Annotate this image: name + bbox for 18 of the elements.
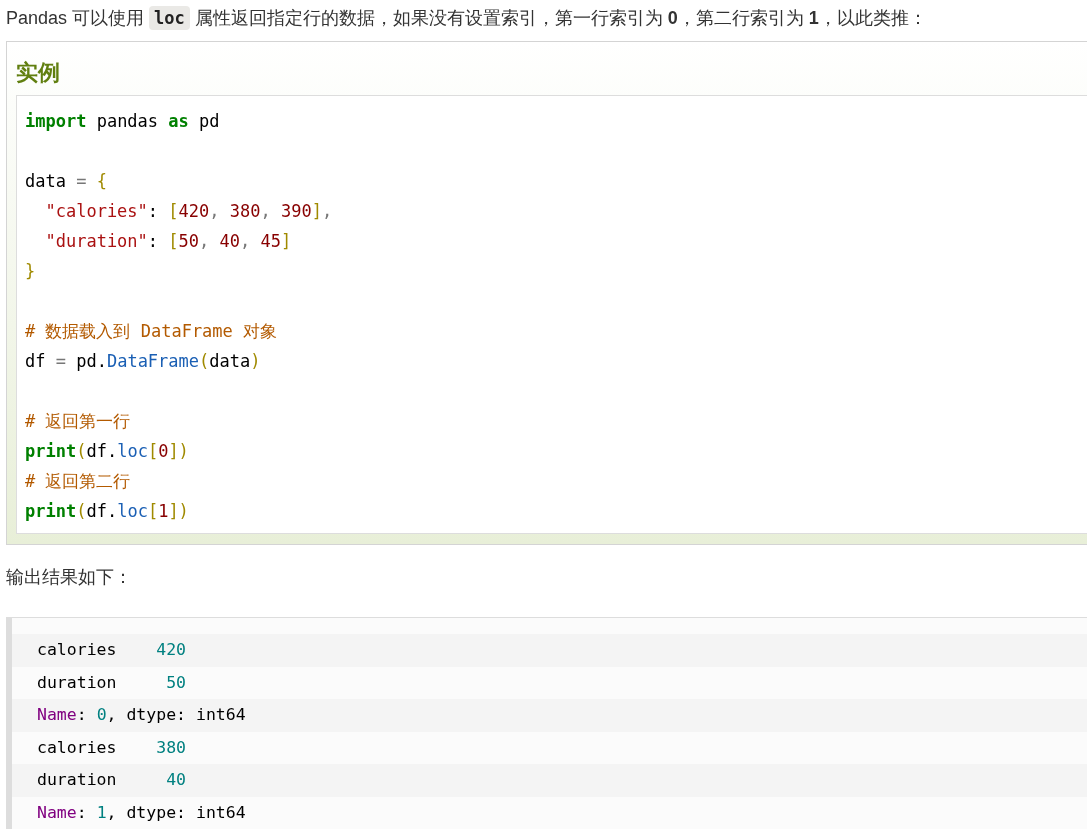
- output-line: duration 50: [36, 671, 187, 694]
- code-line: import pandas as pd: [25, 110, 221, 133]
- output-line: Name: 1, dtype: int64: [36, 801, 247, 824]
- code-line: # 数据载入到 DataFrame 对象: [25, 320, 279, 343]
- output-label: 输出结果如下：: [6, 566, 133, 589]
- intro-paragraph: Pandas 可以使用 loc 属性返回指定行的数据，如果没有设置索引，第一行索引为 0，第二行索引为 1，以此类推：: [6, 5, 928, 32]
- inline-code: loc: [149, 6, 190, 30]
- example-heading: 实例: [16, 59, 61, 87]
- code-line: # 返回第一行: [25, 410, 132, 433]
- code-line: data = {: [25, 170, 108, 193]
- code-line: print(df.loc[0]): [25, 440, 190, 463]
- code-line: "calories": [420, 380, 390],: [44, 200, 334, 223]
- output-line: calories 380: [36, 736, 188, 759]
- code-line: "duration": [50, 40, 45]: [44, 230, 293, 253]
- code-line: }: [25, 260, 37, 283]
- code-line: df = pd.DataFrame(data): [25, 350, 262, 373]
- code-line: print(df.loc[1]): [25, 500, 190, 523]
- code-line: # 返回第二行: [25, 470, 132, 493]
